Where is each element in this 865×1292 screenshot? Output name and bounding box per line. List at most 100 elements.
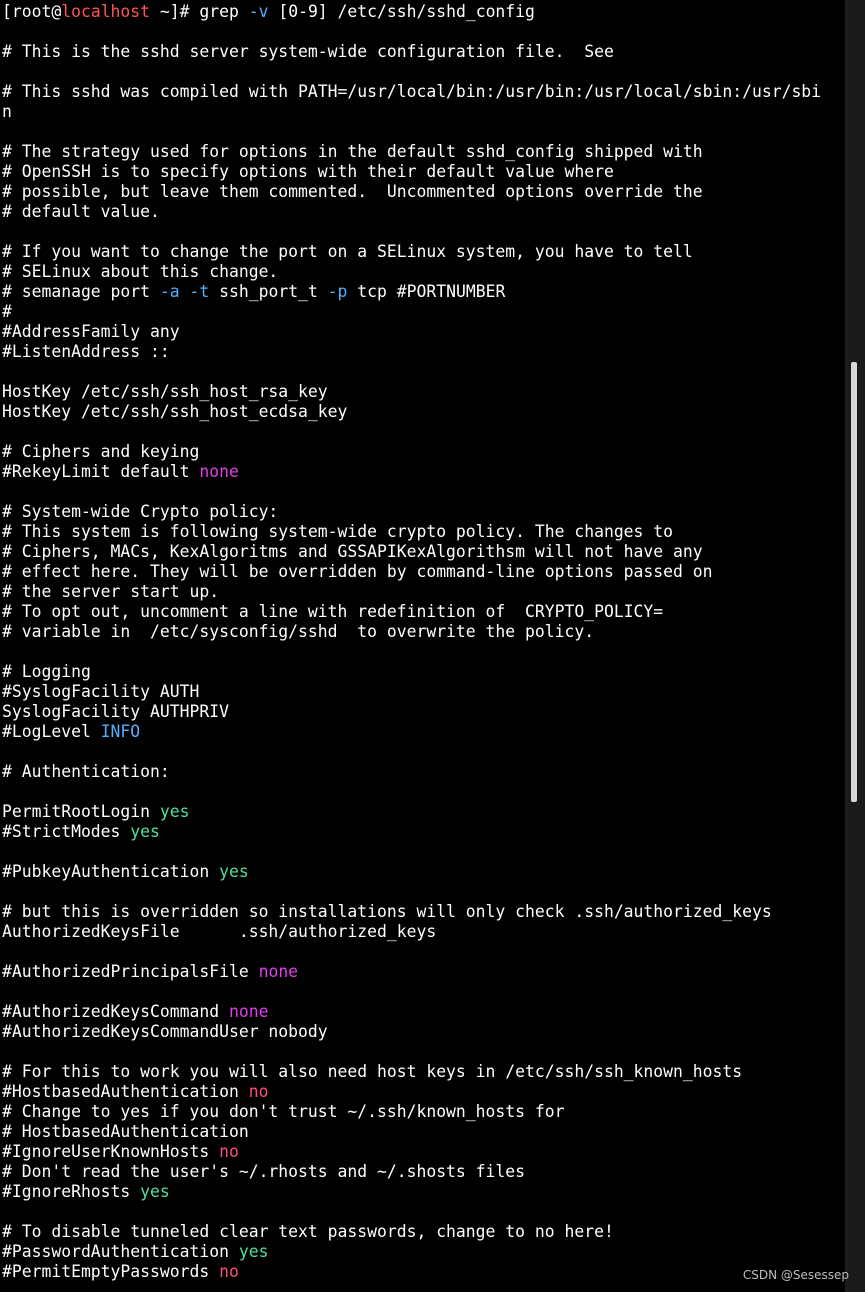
- line-text: yes: [130, 822, 160, 841]
- line-text: # Ciphers, MACs, KexAlgoritms and GSSAPI…: [2, 542, 703, 561]
- terminal-line: # System-wide Crypto policy:: [2, 502, 821, 522]
- line-text: no: [219, 1142, 239, 1161]
- line-text: -t: [189, 282, 210, 301]
- line-text: # The strategy used for options in the d…: [2, 142, 703, 161]
- terminal-line: #IgnoreRhosts yes: [2, 1182, 821, 1202]
- line-text: #PermitEmptyPasswords: [2, 1262, 220, 1281]
- terminal-line: # default value.: [2, 202, 821, 222]
- watermark: CSDN @Sesessep: [742, 1268, 849, 1282]
- line-text: # effect here. They will be overridden b…: [2, 562, 713, 581]
- line-text: yes: [140, 1182, 170, 1201]
- terminal-line: # OpenSSH is to specify options with the…: [2, 162, 821, 182]
- terminal-line: # To disable tunneled clear text passwor…: [2, 1222, 821, 1242]
- terminal-line: #IgnoreUserKnownHosts no: [2, 1142, 821, 1162]
- line-text: # To disable tunneled clear text passwor…: [2, 1222, 614, 1241]
- line-text: #StrictModes: [2, 822, 131, 841]
- line-text: -p: [327, 282, 348, 301]
- line-text: #AuthorizedKeysCommand: [2, 1002, 229, 1021]
- terminal-line: SyslogFacility AUTHPRIV: [2, 702, 821, 722]
- terminal-line: #ListenAddress ::: [2, 342, 821, 362]
- scrollbar[interactable]: [845, 0, 865, 1292]
- terminal-line: #LogLevel INFO: [2, 722, 821, 742]
- terminal-line: #RekeyLimit default none: [2, 462, 821, 482]
- line-text: #IgnoreRhosts: [2, 1182, 141, 1201]
- line-text: none: [258, 962, 299, 981]
- line-text: # OpenSSH is to specify options with the…: [2, 162, 614, 181]
- line-text: tcp #PORTNUMBER: [347, 282, 506, 301]
- line-text: #LogLevel: [2, 722, 101, 741]
- line-text: #AddressFamily any: [2, 322, 180, 341]
- line-text: # possible, but leave them commented. Un…: [2, 182, 703, 201]
- line-text: no: [248, 1082, 269, 1101]
- line-text: yes: [219, 862, 249, 881]
- terminal-line: # the server start up.: [2, 582, 821, 602]
- terminal-line: # If you want to change the port on a SE…: [2, 242, 821, 262]
- terminal-line: HostKey /etc/ssh/ssh_host_rsa_key: [2, 382, 821, 402]
- line-text: # SELinux about this change.: [2, 262, 279, 281]
- line-text: # If you want to change the port on a SE…: [2, 242, 693, 261]
- line-text: # This system is following system-wide c…: [2, 522, 674, 541]
- terminal-line: AuthorizedKeysFile .ssh/authorized_keys: [2, 922, 821, 942]
- line-text: # Don't read the user's ~/.rhosts and ~/…: [2, 1162, 526, 1181]
- line-text: n: [2, 102, 12, 121]
- terminal-line: # The strategy used for options in the d…: [2, 142, 821, 162]
- line-text: # System-wide Crypto policy:: [2, 502, 279, 521]
- line-text: -v: [248, 2, 269, 21]
- terminal-line: [root@localhost ~]# grep -v [0-9] /etc/s…: [2, 2, 821, 22]
- line-text: # Authentication:: [2, 762, 170, 781]
- line-text: #PubkeyAuthentication: [2, 862, 220, 881]
- line-text: # To opt out, uncomment a line with rede…: [2, 602, 664, 621]
- line-text: #SyslogFacility AUTH: [2, 682, 200, 701]
- terminal-line: #PasswordAuthentication yes: [2, 1242, 821, 1262]
- line-text: # This is the sshd server system-wide co…: [2, 42, 614, 61]
- line-text: # variable in /etc/sysconfig/sshd to ove…: [2, 622, 595, 641]
- line-text: HostKey /etc/ssh/ssh_host_ecdsa_key: [2, 402, 348, 421]
- line-text: PermitRootLogin: [2, 802, 160, 821]
- terminal-line: # possible, but leave them commented. Un…: [2, 182, 821, 202]
- line-text: # For this to work you will also need ho…: [2, 1062, 743, 1081]
- line-text: # Ciphers and keying: [2, 442, 200, 461]
- terminal-line: HostKey /etc/ssh/ssh_host_ecdsa_key: [2, 402, 821, 422]
- line-text: -a: [159, 282, 180, 301]
- terminal-line: # Change to yes if you don't trust ~/.ss…: [2, 1102, 821, 1122]
- terminal-line: # but this is overridden so installation…: [2, 902, 821, 922]
- terminal-line: # variable in /etc/sysconfig/sshd to ove…: [2, 622, 821, 642]
- terminal-line: #HostbasedAuthentication no: [2, 1082, 821, 1102]
- line-text: [180, 282, 190, 301]
- terminal-line: #: [2, 302, 821, 322]
- terminal-line: # semanage port -a -t ssh_port_t -p tcp …: [2, 282, 821, 302]
- line-text: #HostbasedAuthentication: [2, 1082, 249, 1101]
- terminal-line: # For this to work you will also need ho…: [2, 1062, 821, 1082]
- scrollbar-thumb[interactable]: [851, 362, 857, 802]
- terminal-line: # HostbasedAuthentication: [2, 1122, 821, 1142]
- line-text: yes: [238, 1242, 269, 1261]
- line-text: #AuthorizedPrincipalsFile: [2, 962, 259, 981]
- line-text: AuthorizedKeysFile .ssh/authorized_keys: [2, 922, 437, 941]
- line-text: # semanage port: [2, 282, 160, 301]
- line-text: # Change to yes if you don't trust ~/.ss…: [2, 1102, 565, 1121]
- terminal-line: # This sshd was compiled with PATH=/usr/…: [2, 82, 821, 102]
- line-text: #AuthorizedKeysCommandUser nobody: [2, 1022, 328, 1041]
- terminal-line: # To opt out, uncomment a line with rede…: [2, 602, 821, 622]
- terminal-line: PermitRootLogin yes: [2, 802, 821, 822]
- terminal-line: # This system is following system-wide c…: [2, 522, 821, 542]
- line-text: no: [219, 1262, 239, 1281]
- terminal-line: n: [2, 102, 821, 122]
- terminal-line: #AddressFamily any: [2, 322, 821, 342]
- terminal-line: # SELinux about this change.: [2, 262, 821, 282]
- terminal-output[interactable]: [root@localhost ~]# grep -v [0-9] /etc/s…: [0, 0, 845, 1292]
- line-text: [0-9] /etc/ssh/sshd_config: [268, 2, 535, 21]
- line-text: yes: [159, 802, 190, 821]
- terminal-line: # Logging: [2, 662, 821, 682]
- terminal-line: #PermitEmptyPasswords no: [2, 1262, 821, 1282]
- line-text: ~]# grep: [150, 2, 249, 21]
- line-text: #RekeyLimit default: [2, 462, 200, 481]
